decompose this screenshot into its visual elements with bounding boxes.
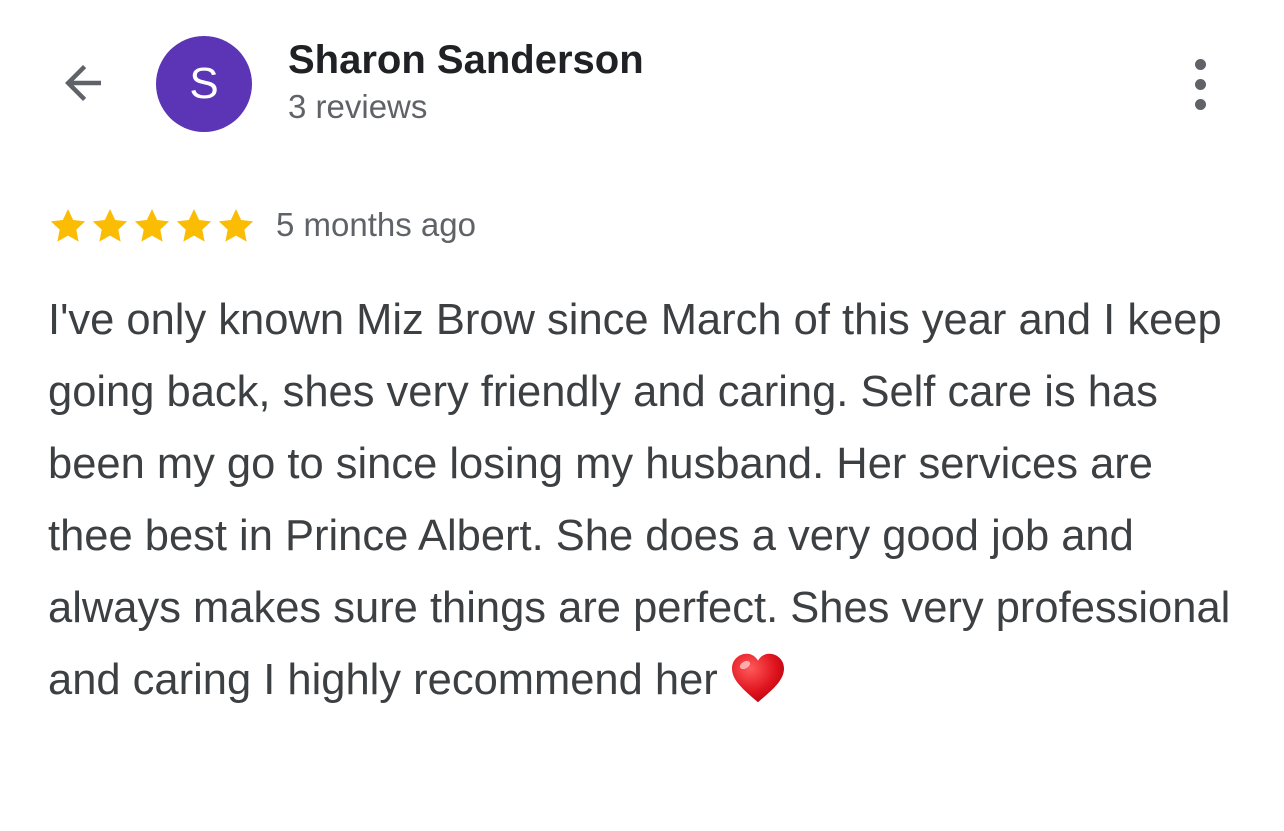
star-rating <box>48 204 256 248</box>
red-heart-icon <box>731 653 784 703</box>
review-time: 5 months ago <box>276 206 476 243</box>
more-vertical-icon <box>1194 98 1206 110</box>
review-body: I've only known Miz Brow since March of … <box>48 284 1248 716</box>
star-icon <box>134 209 170 242</box>
avatar-letter: S <box>189 59 219 108</box>
star-icon <box>176 209 212 242</box>
review-count: 3 reviews <box>288 88 428 125</box>
more-vertical-icon <box>1194 78 1206 90</box>
more-options-button[interactable] <box>1172 52 1228 116</box>
review-page: S Sharon Sanderson 3 reviews 5 months ag… <box>0 0 1284 831</box>
star-icon <box>92 209 128 242</box>
reviewer-name[interactable]: Sharon Sanderson <box>288 38 644 83</box>
arrow-left-icon <box>65 65 101 101</box>
star-icon <box>218 209 254 242</box>
back-button[interactable] <box>50 50 116 116</box>
review-text: I've only known Miz Brow since March of … <box>48 296 1231 704</box>
star-icon <box>50 209 86 242</box>
more-vertical-icon <box>1194 58 1206 70</box>
avatar[interactable]: S <box>156 36 252 132</box>
